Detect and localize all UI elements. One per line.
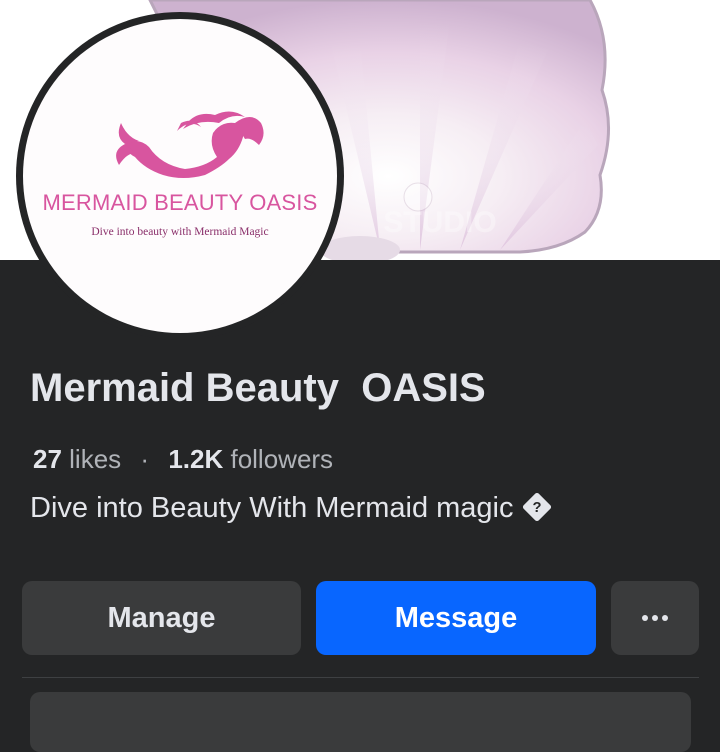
message-button-label: Message [394, 601, 518, 634]
stats-separator: · [140, 444, 150, 474]
page-bio: Dive into Beauty With Mermaid magic? [30, 491, 552, 525]
page-stats: 27 likes · 1.2K followers [33, 444, 333, 475]
more-options-button[interactable] [611, 581, 699, 655]
next-section-card[interactable] [30, 692, 691, 752]
more-horizontal-icon [642, 615, 668, 621]
followers-count: 1.2K [168, 444, 224, 474]
page-title: Mermaid Beauty OASIS [30, 366, 486, 410]
mermaid-silhouette-icon [116, 111, 264, 178]
profile-picture[interactable]: MERMAID BEAUTY OASIS Dive into beauty wi… [16, 12, 344, 340]
missing-emoji-icon: ? [521, 491, 552, 523]
logo-tagline: Dive into beauty with Mermaid Magic [91, 226, 269, 238]
cover-watermark: STUDIO [383, 206, 496, 239]
message-button[interactable]: Message [316, 581, 596, 655]
brand-logo: MERMAID BEAUTY OASIS Dive into beauty wi… [23, 19, 337, 333]
followers-label[interactable]: followers [230, 444, 333, 474]
likes-count: 27 [33, 444, 62, 474]
missing-emoji-glyph: ? [531, 498, 542, 516]
manage-button-label: Manage [107, 601, 216, 634]
section-divider [22, 677, 699, 678]
logo-title: MERMAID BEAUTY OASIS [42, 190, 318, 215]
bio-text: Dive into Beauty With Mermaid magic [30, 492, 514, 524]
manage-button[interactable]: Manage [22, 581, 301, 655]
likes-label[interactable]: likes [69, 444, 121, 474]
